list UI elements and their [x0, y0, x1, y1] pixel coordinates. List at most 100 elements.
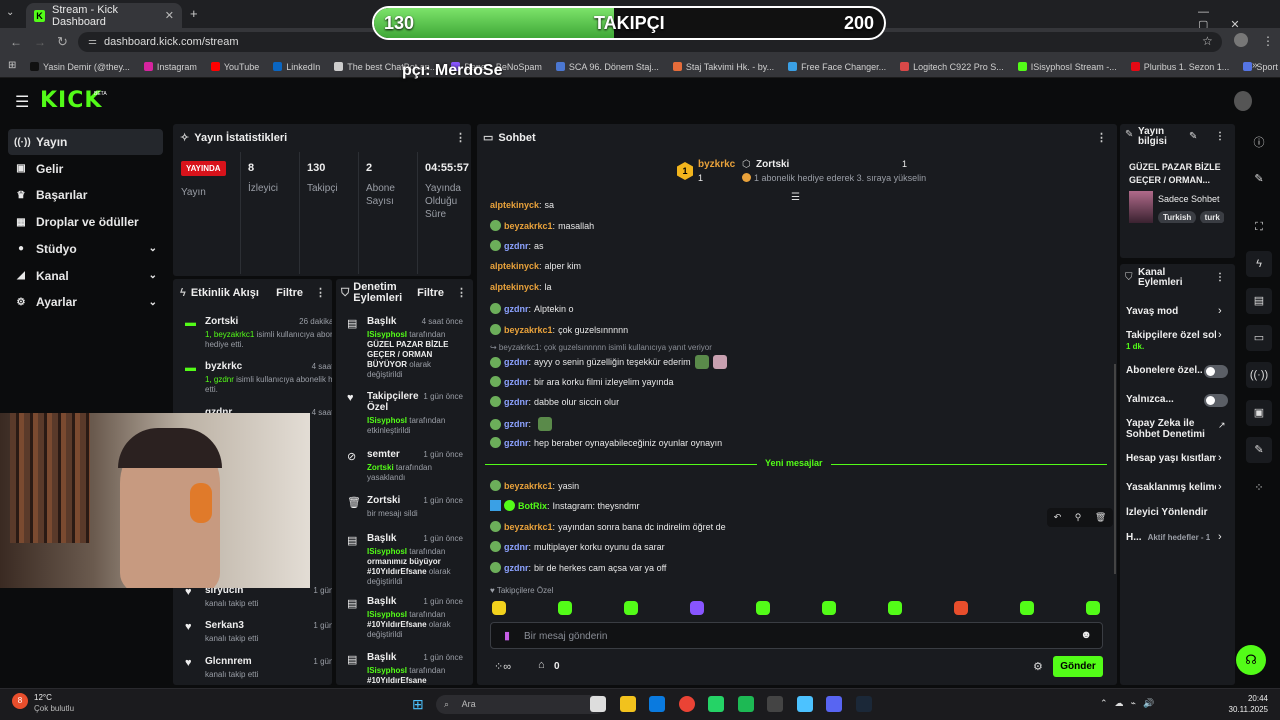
emote-picker-icon[interactable]	[1086, 601, 1100, 615]
broadcast-icon[interactable]: ((·))	[1246, 362, 1272, 388]
chat-username[interactable]: beyzakrkc1	[504, 221, 553, 231]
activity-filter-button[interactable]: Filtre	[276, 287, 303, 299]
bookmark-item[interactable]: ISisyphosI Stream -...	[1017, 62, 1117, 72]
chat-username[interactable]: alptekinyck	[490, 282, 539, 292]
taskbar-app-icon[interactable]	[826, 696, 842, 712]
chat-username[interactable]: gzdnr	[504, 304, 529, 314]
sidebar-item-başarılar[interactable]: ♛ Başarılar	[8, 182, 163, 208]
chevron-right-icon[interactable]: ›	[1218, 329, 1222, 341]
windows-start-icon[interactable]: ⊞	[412, 696, 424, 713]
apps-grid-icon[interactable]: ⊞	[8, 60, 16, 71]
chat-username[interactable]: alptekinyck	[490, 261, 539, 271]
moderation-menu-icon[interactable]: ⋮	[456, 287, 467, 299]
activity-menu-icon[interactable]: ⋮	[315, 286, 326, 299]
bolt-icon[interactable]: ϟ	[1246, 251, 1272, 277]
new-tab-icon[interactable]: +	[190, 6, 198, 21]
browser-tab[interactable]: K Stream - Kick Dashboard ✕	[26, 3, 182, 28]
taskbar-app-icon[interactable]	[796, 696, 813, 712]
hamburger-menu-icon[interactable]: ☰	[15, 92, 29, 112]
support-headset-icon[interactable]: ☊	[1236, 645, 1266, 675]
bookmark-item[interactable]: Pluribus 1. Sezon 1...	[1130, 62, 1229, 72]
channel-action-item[interactable]: Yasaklanmış kelimeler	[1126, 482, 1216, 493]
browser-menu-icon[interactable]: ⋮	[1262, 34, 1274, 48]
moderation-filter-button[interactable]: Filtre	[417, 287, 444, 299]
weather-icon[interactable]: 8	[12, 693, 28, 709]
chat-username[interactable]: beyzakrkc1	[504, 481, 553, 491]
store-icon[interactable]: ⌂	[538, 659, 545, 671]
system-tray-icons[interactable]: ⌃☁⌁🔊	[1100, 698, 1161, 709]
bookmark-item[interactable]: Instagram	[143, 62, 197, 72]
taskbar-search[interactable]: ⌕ Ara	[436, 695, 606, 714]
chevron-right-icon[interactable]: ›	[1218, 531, 1222, 543]
channel-actions-menu-icon[interactable]: ⋮	[1215, 272, 1225, 283]
tag[interactable]: Turkish	[1158, 211, 1197, 223]
chat-scrollbar[interactable]	[1114, 364, 1116, 574]
bookmark-item[interactable]: Sport Center Acade...	[1243, 62, 1280, 72]
emote-picker-icon[interactable]	[492, 601, 506, 615]
sidebar-item-kanal[interactable]: ◢ Kanal ⌄	[8, 263, 163, 289]
chat-username[interactable]: gzdnr	[504, 241, 529, 251]
chat-username[interactable]: gzdnr	[504, 563, 529, 573]
chat-username[interactable]: beyzakrkc1	[504, 325, 553, 335]
user-avatar[interactable]	[1234, 91, 1252, 111]
tag[interactable]: turk	[1199, 211, 1224, 223]
chevron-right-icon[interactable]: ›	[1218, 452, 1222, 464]
channel-action-item[interactable]: Yapay Zeka ile Sohbet Denetimi	[1126, 418, 1216, 440]
channel-action-item[interactable]: İzleyici Yönlendir	[1126, 507, 1216, 518]
emote-picker-icon[interactable]	[756, 601, 770, 615]
share-icon[interactable]: ⁘	[1246, 475, 1272, 501]
taskbar-app-icon[interactable]	[708, 696, 724, 712]
emote-picker-icon[interactable]	[624, 601, 638, 615]
chat-menu-icon[interactable]: ⋮	[1096, 131, 1107, 144]
bookmark-item[interactable]: Free Face Changer...	[788, 62, 886, 72]
chat-username[interactable]: gzdnr	[504, 419, 529, 429]
sidebar-item-droplar-ve-ödüller[interactable]: ▦ Droplar ve ödüller	[8, 209, 163, 235]
chat-username[interactable]: gzdnr	[504, 542, 529, 552]
sidebar-item-gelir[interactable]: ▣ Gelir	[8, 156, 163, 182]
channel-action-item[interactable]: Yalnızca...	[1126, 394, 1202, 405]
info-icon[interactable]: ⓘ	[1246, 130, 1272, 156]
bookmark-item[interactable]: YouTube	[210, 62, 259, 72]
taskbar-app-icon[interactable]	[649, 696, 665, 712]
taskbar-app-icon[interactable]	[590, 696, 606, 712]
emote-picker-icon[interactable]	[954, 601, 968, 615]
edit-icon[interactable]: ✎	[1189, 131, 1197, 142]
pencil-icon[interactable]: ✎	[1246, 166, 1272, 192]
send-button[interactable]: Gönder	[1053, 656, 1103, 677]
bookmark-item[interactable]: Logitech C922 Pro S...	[900, 62, 1004, 72]
toggle-switch[interactable]	[1204, 394, 1228, 407]
close-tab-icon[interactable]: ✕	[165, 9, 174, 22]
points-icon[interactable]: ⁘∞	[494, 660, 511, 673]
chevron-right-icon[interactable]: ›	[1218, 481, 1222, 493]
bookmark-item[interactable]: SCA 96. Dönem Staj...	[555, 62, 659, 72]
expand-leaderboard-icon[interactable]: ☰	[791, 192, 800, 203]
emote-picker-icon[interactable]	[822, 601, 836, 615]
bookmarks-overflow-icon[interactable]: »	[1252, 60, 1258, 71]
pin-icon[interactable]: ⚲	[1075, 512, 1082, 523]
channel-action-item[interactable]: Abonelere özel...	[1126, 365, 1202, 376]
bookmark-item[interactable]: Staj Takvimi Hk. - by...	[672, 62, 774, 72]
back-icon[interactable]: ←	[10, 35, 22, 49]
site-info-icon[interactable]: ⚌	[88, 36, 97, 47]
emote-picker-icon[interactable]	[1020, 601, 1034, 615]
channel-action-item[interactable]: Hesap yaşı kısıtlam...	[1126, 453, 1216, 464]
taskbar-app-icon[interactable]	[678, 696, 695, 712]
taskbar-app-icon[interactable]	[767, 696, 783, 712]
chat-settings-icon[interactable]: ⚙	[1033, 660, 1043, 673]
reply-icon[interactable]: ↶	[1054, 512, 1062, 523]
reload-icon[interactable]: ↻	[57, 34, 68, 50]
stream-info-menu-icon[interactable]: ⋮	[1215, 131, 1225, 142]
stats-menu-icon[interactable]: ⋮	[455, 131, 466, 144]
chat-icon[interactable]: ▭	[1246, 325, 1272, 351]
chat-username[interactable]: BotRix	[518, 501, 547, 511]
sidebar-item-stüdyo[interactable]: ● Stüdyo ⌄	[8, 236, 163, 262]
emote-picker-icon[interactable]	[888, 601, 902, 615]
channel-action-item[interactable]: H... Aktif hedefler - 1	[1126, 532, 1216, 543]
chat-username[interactable]: beyzakrkc1	[504, 522, 553, 532]
taskbar-app-icon[interactable]	[619, 696, 636, 712]
bookmark-star-icon[interactable]: ☆	[1202, 34, 1213, 48]
forward-icon[interactable]: →	[34, 35, 46, 49]
bookmark-item[interactable]: Yasin Demir (@they...	[30, 62, 130, 72]
chat-username[interactable]: alptekinyck	[490, 200, 539, 210]
fullscreen-icon[interactable]: ⛶	[1246, 214, 1272, 240]
